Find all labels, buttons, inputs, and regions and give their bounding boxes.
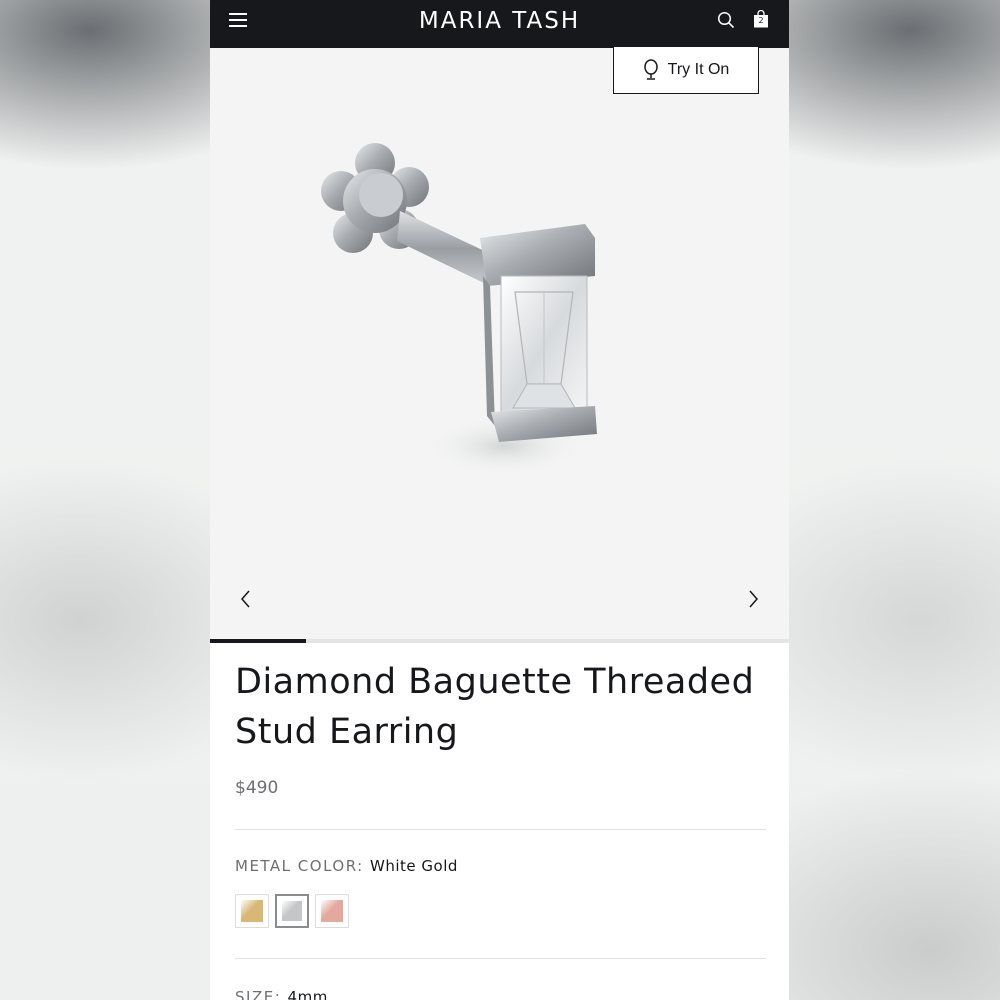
search-icon[interactable]: [717, 11, 735, 29]
swatch-chip: [282, 901, 302, 921]
mirror-icon: [643, 59, 658, 80]
product-price: $490: [235, 778, 279, 798]
product-image-gallery[interactable]: Try It On: [210, 46, 789, 641]
swatch-yellow-gold[interactable]: [235, 894, 269, 928]
brand-logo[interactable]: MARIA TASH: [210, 8, 789, 34]
swatch-white-gold[interactable]: [275, 894, 309, 928]
swatch-rose-gold[interactable]: [315, 894, 349, 928]
mobile-page: MARIA TASH 2 Try It On Diamond Baguette …: [210, 0, 789, 1000]
earring-product-image: [321, 143, 597, 476]
swatch-chip: [241, 900, 263, 922]
try-it-on-label: Try It On: [667, 61, 730, 78]
bag-count-badge: 2: [758, 16, 764, 25]
divider: [235, 958, 766, 959]
top-bar: MARIA TASH 2: [210, 0, 789, 48]
size-label: SIZE:: [235, 988, 282, 1000]
swatch-chip: [321, 900, 343, 922]
shopping-bag-icon[interactable]: 2: [753, 10, 769, 28]
gallery-progress-fill: [210, 639, 306, 643]
next-image-chevron-icon[interactable]: [747, 588, 761, 610]
size-row: SIZE: 4mm: [235, 988, 328, 1000]
metal-color-row: METAL COLOR: White Gold: [235, 857, 458, 875]
product-title: Diamond Baguette Threaded Stud Earring: [235, 662, 755, 752]
try-it-on-button[interactable]: Try It On: [613, 46, 759, 94]
metal-color-label: METAL COLOR:: [235, 857, 364, 875]
previous-image-chevron-icon[interactable]: [238, 588, 252, 610]
gallery-progress-bar: [210, 639, 789, 643]
size-value: 4mm: [287, 988, 328, 1000]
divider: [235, 829, 766, 830]
metal-color-value: White Gold: [370, 857, 458, 875]
